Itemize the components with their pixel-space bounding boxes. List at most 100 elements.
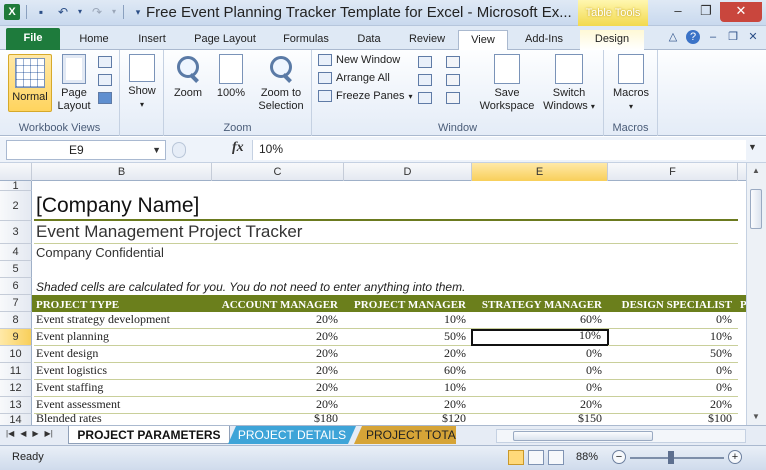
header-next-column-partial[interactable]: P — [738, 295, 746, 312]
header-project-manager[interactable]: PROJECT MANAGER — [344, 295, 472, 312]
prev-sheet-icon[interactable]: ◀ — [20, 429, 26, 438]
column-header-b[interactable]: B — [32, 163, 212, 181]
design-specialist-cell[interactable]: 0% — [608, 363, 738, 380]
unhide-icon[interactable] — [418, 92, 432, 104]
tab-review[interactable]: Review — [400, 30, 454, 50]
header-account-manager[interactable]: ACCOUNT MANAGER — [212, 295, 344, 312]
design-specialist-cell[interactable]: 20% — [608, 397, 738, 414]
design-specialist-cell[interactable]: 0% — [608, 312, 738, 329]
sheet-tab-project-parameters[interactable]: PROJECT PARAMETERS — [68, 426, 230, 444]
strategy-manager-cell[interactable]: $150 — [472, 414, 608, 425]
project-manager-cell[interactable]: 60% — [344, 363, 472, 380]
design-specialist-cell[interactable]: $100 — [608, 414, 738, 425]
zoom-to-selection-button[interactable]: Zoom to Selection — [254, 54, 308, 113]
tab-insert[interactable]: Insert — [126, 30, 178, 50]
excel-logo-icon[interactable]: X — [4, 4, 20, 20]
freeze-panes-button[interactable]: Freeze Panes ▾ — [318, 90, 413, 102]
last-sheet-icon[interactable]: ▶| — [45, 429, 53, 438]
zoom-in-icon[interactable]: + — [728, 450, 742, 464]
zoom-slider-thumb[interactable] — [668, 451, 674, 464]
row-header[interactable]: 1 — [0, 180, 32, 192]
project-type-cell[interactable]: Event planning — [34, 329, 212, 346]
vertical-scroll-thumb[interactable] — [750, 189, 762, 229]
tab-add-ins[interactable]: Add-Ins — [516, 30, 572, 50]
split-icon[interactable] — [418, 56, 432, 68]
customize-qat-icon[interactable]: ▾ — [130, 4, 146, 20]
page-layout-status-icon[interactable] — [528, 450, 544, 465]
row-header[interactable]: 9 — [0, 329, 32, 346]
formula-bar-resize-handle[interactable] — [172, 142, 186, 158]
page-break-preview-icon[interactable] — [98, 56, 112, 68]
minimize-ribbon-icon[interactable]: △ — [666, 30, 680, 44]
restore-icon[interactable]: ❐ — [692, 2, 720, 22]
horizontal-scrollbar[interactable] — [496, 429, 746, 443]
strategy-manager-cell[interactable]: 60% — [472, 312, 608, 329]
row-header[interactable]: 12 — [0, 380, 32, 397]
new-window-button[interactable]: New Window — [318, 54, 413, 66]
company-name-cell[interactable]: [Company Name] — [34, 191, 738, 221]
strategy-manager-cell[interactable]: 0% — [472, 346, 608, 363]
normal-view-status-icon[interactable] — [508, 450, 524, 465]
redo-icon[interactable]: ↷ — [89, 4, 105, 20]
row-header[interactable]: 11 — [0, 363, 32, 380]
page-break-status-icon[interactable] — [548, 450, 564, 465]
normal-view-button[interactable]: Normal — [8, 54, 52, 112]
synchronous-scrolling-icon[interactable] — [446, 74, 460, 86]
header-design-specialist[interactable]: DESIGN SPECIALIST — [608, 295, 738, 312]
row-header[interactable]: 13 — [0, 397, 32, 414]
row-header[interactable]: 4 — [0, 244, 32, 261]
page-layout-view-button[interactable]: Page Layout — [54, 54, 94, 113]
column-header-c[interactable]: C — [212, 163, 344, 181]
project-manager-cell[interactable]: 50% — [344, 329, 472, 346]
design-specialist-cell[interactable]: 10% — [608, 329, 738, 346]
project-type-cell[interactable]: Event assessment — [34, 397, 212, 414]
view-side-by-side-icon[interactable] — [446, 56, 460, 68]
account-manager-cell[interactable]: 20% — [212, 346, 344, 363]
instructions-note-cell[interactable]: Shaded cells are calculated for you. You… — [34, 278, 734, 295]
arrange-all-button[interactable]: Arrange All — [318, 72, 413, 84]
workbook-restore-icon[interactable]: ❐ — [726, 30, 740, 44]
strategy-manager-cell[interactable]: 0% — [472, 380, 608, 397]
confidential-cell[interactable]: Company Confidential — [34, 244, 434, 261]
redo-dropdown-icon[interactable]: ▾ — [111, 4, 117, 20]
select-all-corner[interactable] — [0, 163, 32, 181]
scroll-up-icon[interactable]: ▲ — [747, 163, 765, 179]
custom-views-icon[interactable] — [98, 74, 112, 86]
name-box-dropdown-icon[interactable]: ▼ — [152, 141, 161, 159]
next-sheet-icon[interactable]: ▶ — [32, 429, 38, 438]
project-manager-cell[interactable]: $120 — [344, 414, 472, 425]
tab-data[interactable]: Data — [346, 30, 392, 50]
zoom-100-button[interactable]: 100% — [212, 54, 250, 100]
sheet-tab-project-details[interactable]: PROJECT DETAILS — [228, 426, 356, 444]
help-icon[interactable]: ? — [686, 30, 700, 44]
design-specialist-cell[interactable]: 0% — [608, 380, 738, 397]
project-type-cell[interactable]: Event staffing — [34, 380, 212, 397]
zoom-level[interactable]: 88% — [576, 451, 598, 463]
tab-file[interactable]: File — [6, 28, 60, 50]
scroll-down-icon[interactable]: ▼ — [747, 409, 765, 425]
project-manager-cell[interactable]: 10% — [344, 380, 472, 397]
tab-view[interactable]: View — [458, 30, 508, 51]
row-header[interactable]: 5 — [0, 261, 32, 278]
vertical-scrollbar[interactable]: ▲ ▼ — [746, 163, 766, 425]
header-strategy-manager[interactable]: STRATEGY MANAGER — [472, 295, 608, 312]
project-type-cell[interactable]: Event logistics — [34, 363, 212, 380]
row-header[interactable]: 2 — [0, 191, 32, 221]
undo-icon[interactable]: ↶ — [55, 4, 71, 20]
full-screen-icon[interactable] — [98, 92, 112, 104]
selected-cell-e9[interactable]: 10% — [471, 329, 609, 346]
save-workspace-button[interactable]: Save Workspace — [476, 54, 538, 113]
strategy-manager-cell[interactable]: 20% — [472, 397, 608, 414]
hide-icon[interactable] — [418, 74, 432, 86]
design-specialist-cell[interactable]: 50% — [608, 346, 738, 363]
column-header-f[interactable]: F — [608, 163, 738, 181]
show-button[interactable]: Show ▾ — [124, 54, 160, 111]
close-icon[interactable]: ✕ — [720, 2, 762, 22]
column-header-d[interactable]: D — [344, 163, 472, 181]
account-manager-cell[interactable]: 20% — [212, 312, 344, 329]
name-box[interactable]: E9 ▼ — [6, 140, 166, 160]
tracker-title-cell[interactable]: Event Management Project Tracker — [34, 221, 738, 244]
account-manager-cell[interactable]: 20% — [212, 363, 344, 380]
account-manager-cell[interactable]: 20% — [212, 380, 344, 397]
strategy-manager-cell[interactable]: 0% — [472, 363, 608, 380]
